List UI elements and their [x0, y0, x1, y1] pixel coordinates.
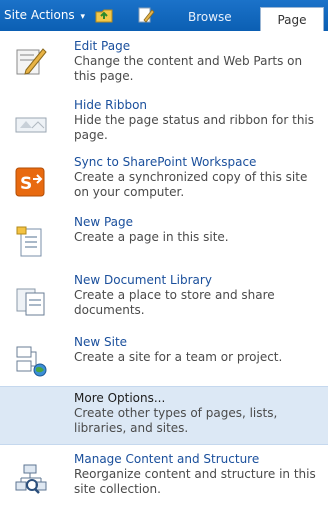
- site-actions-bar: Site Actions ▾ Browse Page: [0, 0, 328, 31]
- menu-item-description: Create a synchronized copy of this site …: [74, 170, 308, 199]
- menu-item-title: Manage Content and Structure: [74, 452, 260, 466]
- sharepoint-workspace-icon: S: [15, 167, 45, 197]
- menu-item-description: Hide the page status and ribbon for this…: [74, 113, 315, 142]
- menu-item-title: New Site: [74, 335, 128, 349]
- menu-item-sync-workspace[interactable]: S Sync to SharePoint Workspace Create a …: [0, 153, 328, 209]
- menu-item-title: Hide Ribbon: [74, 98, 148, 112]
- menu-item-manage-content[interactable]: Manage Content and Structure Reorganize …: [0, 452, 328, 504]
- menu-item-new-page[interactable]: New Page Create a page in this site.: [0, 213, 328, 259]
- new-page-icon: [16, 226, 42, 257]
- menu-item-description: Create other types of pages, lists, libr…: [74, 406, 278, 435]
- site-actions-menu-button[interactable]: Site Actions ▾: [4, 8, 85, 25]
- menu-item-description: Create a place to store and share docume…: [74, 288, 275, 317]
- menu-item-new-site[interactable]: New Site Create a site for a team or pro…: [0, 332, 328, 387]
- menu-item-description: Change the content and Web Parts on this…: [74, 54, 303, 83]
- menu-item-edit-page[interactable]: Edit Page Change the content and Web Par…: [0, 38, 328, 94]
- menu-item-title: New Page: [74, 215, 134, 229]
- navigate-up-icon[interactable]: [94, 5, 114, 25]
- menu-item-description: Create a site for a team or project.: [74, 350, 283, 364]
- site-actions-dropdown: Edit Page Change the content and Web Par…: [0, 31, 328, 506]
- document-library-icon: [16, 288, 45, 316]
- tab-page[interactable]: Page: [260, 7, 324, 31]
- menu-item-title: Sync to SharePoint Workspace: [74, 155, 257, 169]
- svg-text:S: S: [20, 174, 32, 194]
- menu-item-description: Reorganize content and structure in this…: [74, 467, 316, 496]
- menu-item-title: More Options...: [74, 391, 166, 405]
- menu-item-description: Create a page in this site.: [74, 230, 229, 244]
- manage-structure-icon: [15, 464, 47, 494]
- new-site-icon: [16, 346, 47, 377]
- hide-ribbon-icon: [15, 117, 47, 133]
- menu-item-new-document-library[interactable]: New Document Library Create a place to s…: [0, 272, 328, 328]
- edit-page-icon: [16, 48, 47, 75]
- chevron-down-icon: ▾: [80, 12, 86, 22]
- menu-item-title: Edit Page: [74, 39, 131, 53]
- menu-item-title: New Document Library: [74, 273, 212, 287]
- menu-item-hide-ribbon[interactable]: Hide Ribbon Hide the page status and rib…: [0, 96, 328, 151]
- site-actions-label: Site Actions: [4, 8, 75, 22]
- menu-item-more-options[interactable]: More Options... Create other types of pa…: [0, 386, 328, 445]
- tab-browse[interactable]: Browse: [188, 10, 232, 24]
- edit-icon[interactable]: [135, 5, 155, 25]
